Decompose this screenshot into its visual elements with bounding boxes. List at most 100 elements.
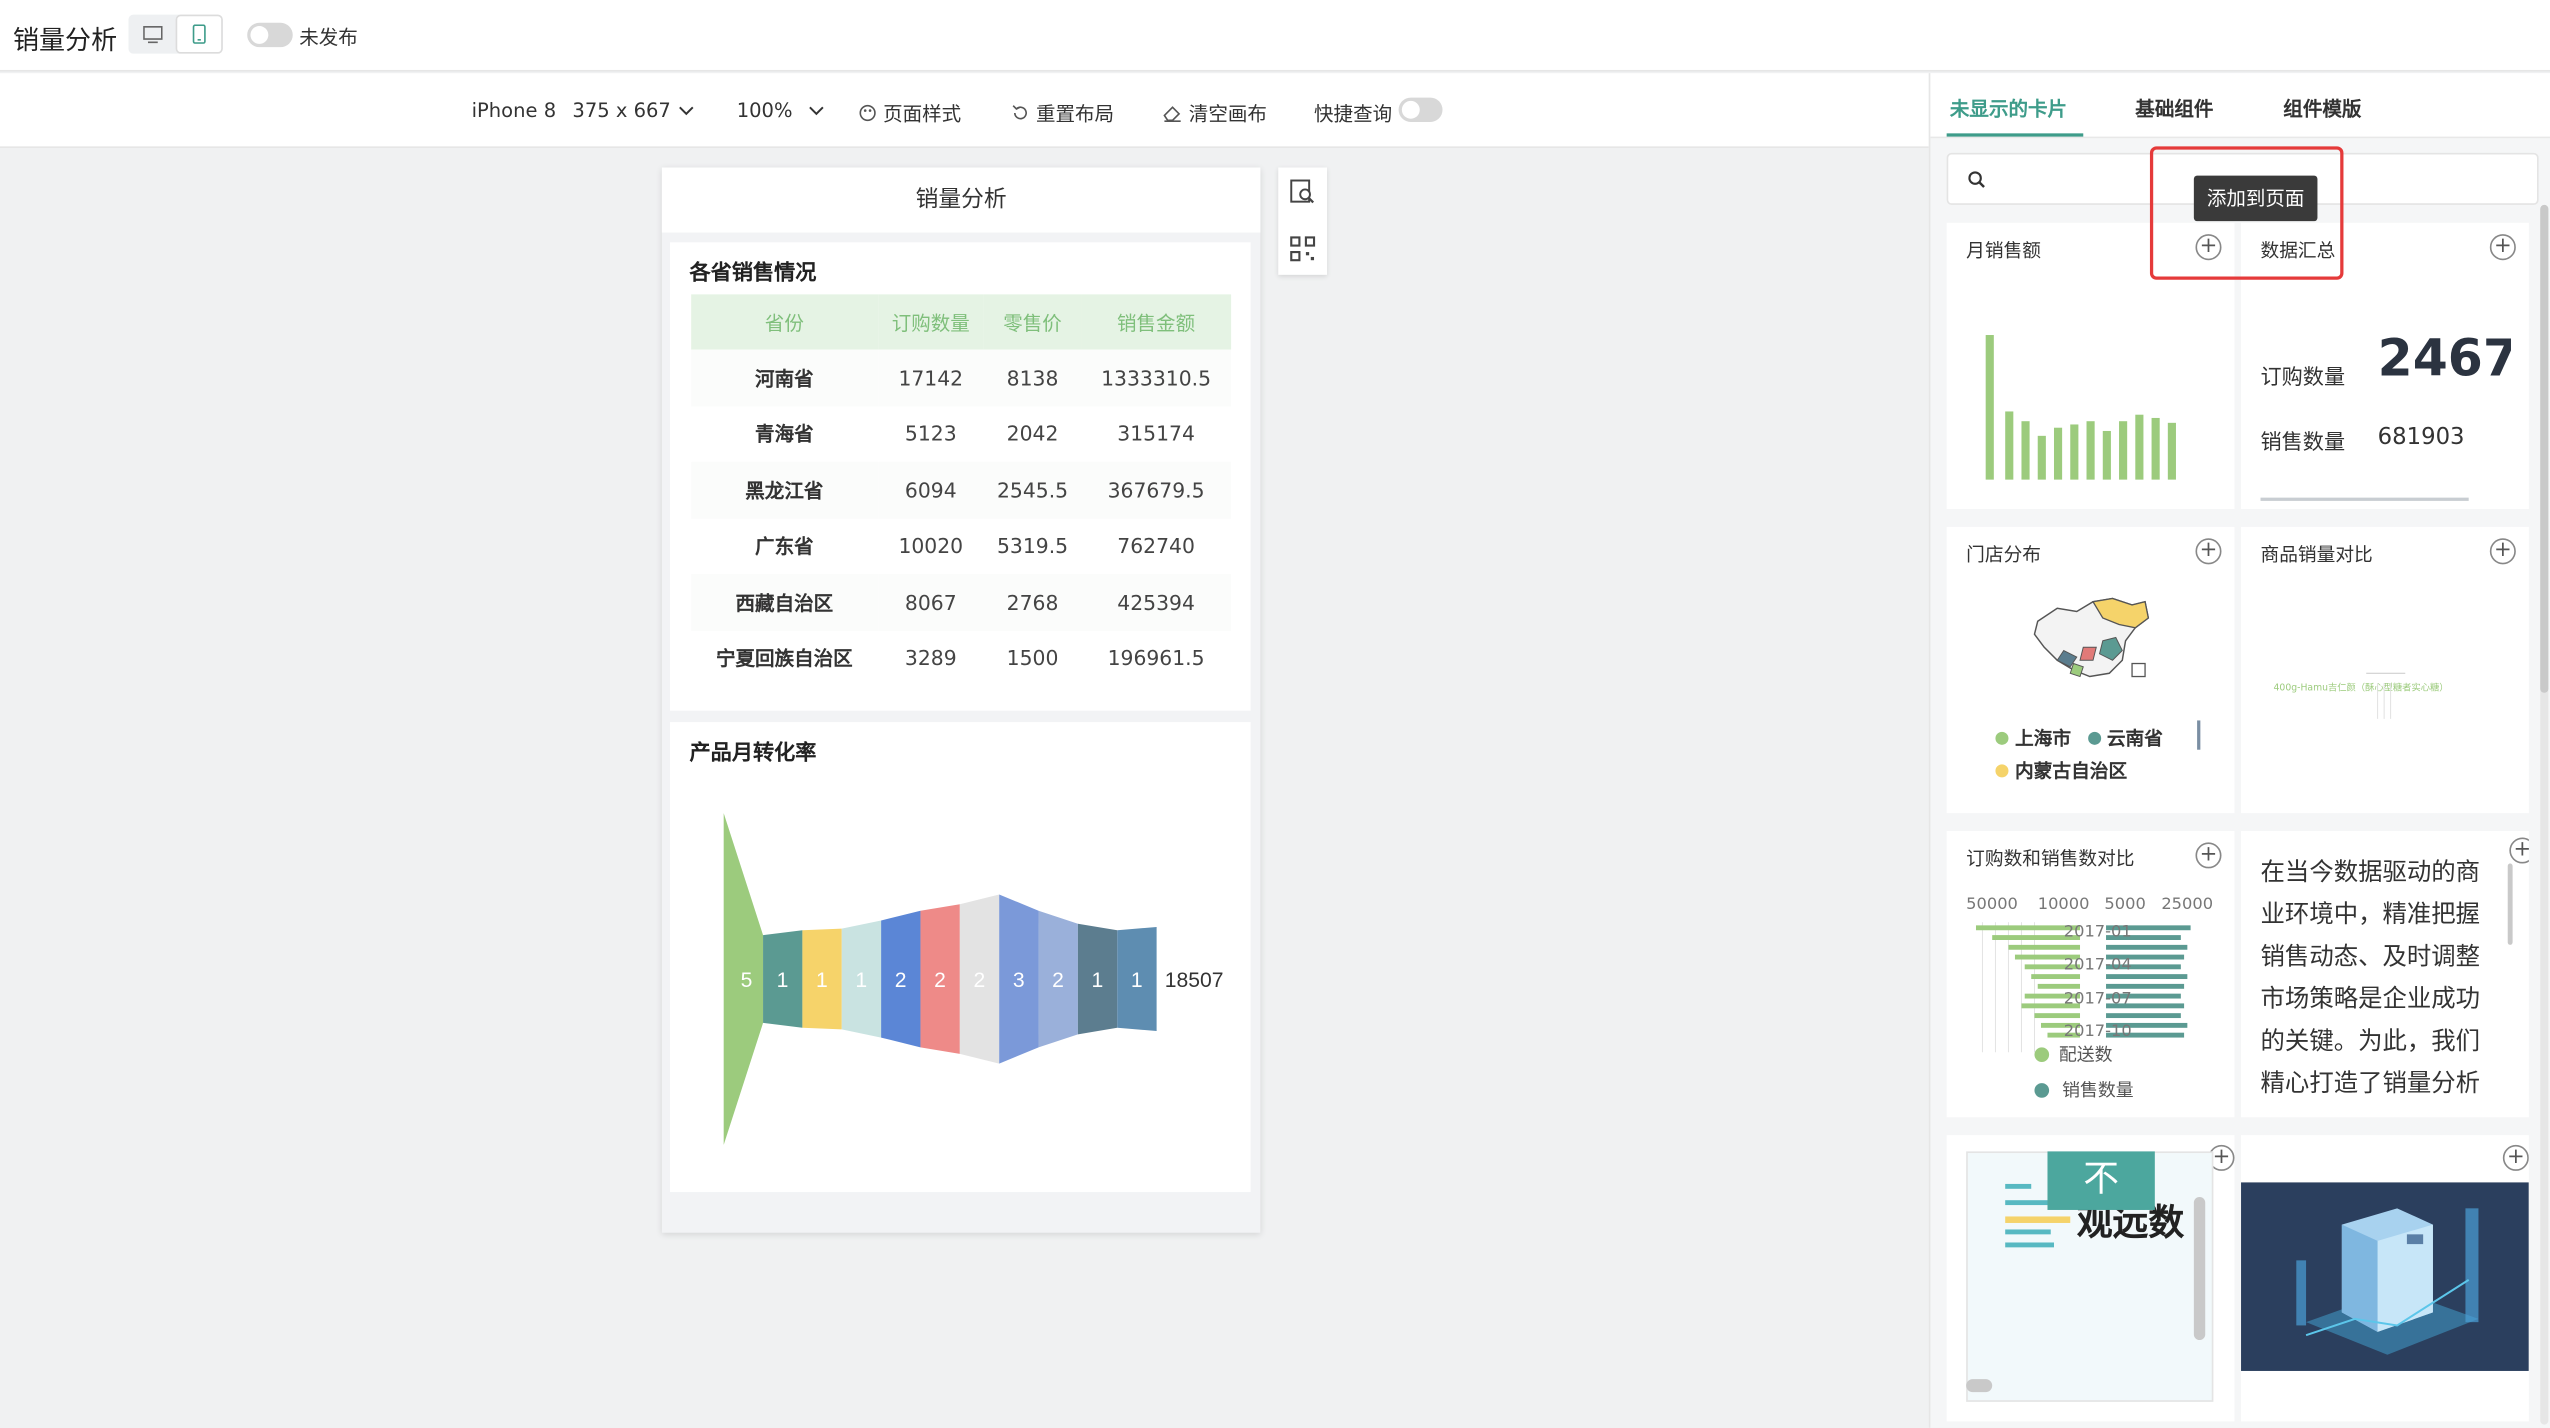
sales-table-card[interactable]: 各省销售情况 省份 订购数量 零售价 销售金额 河南省 17142 8138 1333… xyxy=(670,242,1251,711)
value-cell: 17142 xyxy=(877,349,985,406)
desktop-view-button[interactable] xyxy=(128,15,175,54)
funnel-label: 1 xyxy=(777,969,789,992)
add-card-button[interactable]: + xyxy=(2489,234,2516,261)
province-cell: 青海省 xyxy=(755,423,814,447)
funnel-label: 1 xyxy=(816,969,828,992)
preview-button[interactable] xyxy=(1290,179,1316,212)
zoom-select[interactable]: 100% xyxy=(737,99,825,122)
device-resolution: 375 x 667 xyxy=(572,99,671,122)
top-bar: 销量分析 未发布 xyxy=(0,0,2550,72)
preview-search-icon xyxy=(1290,179,1315,204)
view-mode-toggle xyxy=(128,14,223,54)
publish-toggle[interactable] xyxy=(247,22,293,48)
reset-layout-button[interactable]: 重置布局 xyxy=(1012,99,1114,127)
add-card-button[interactable]: + xyxy=(2502,1144,2529,1171)
tab-hidden-cards[interactable]: 未显示的卡片 xyxy=(1950,94,2067,122)
value-cell: 8067 xyxy=(877,574,985,631)
legend-dot xyxy=(1995,731,2009,745)
add-card-button[interactable]: + xyxy=(2489,538,2516,565)
row-label: 2017-04 xyxy=(2063,956,2132,975)
phone-canvas: 销量分析 各省销售情况 省份 订购数量 零售价 销售金额 河南省 17142 813… xyxy=(661,167,1261,1233)
axis-tick: 5000 xyxy=(2104,896,2146,914)
banner-decor xyxy=(2005,1242,2054,1248)
tab-basic-components[interactable]: 基础组件 xyxy=(2135,94,2213,122)
phone-page-title: 销量分析 xyxy=(661,167,1261,233)
card-title: 月销售额 xyxy=(1966,239,2041,262)
funnel-card[interactable]: 产品月转化率 5 1 1 1 2 2 2 3 2 1 1 18507 xyxy=(670,722,1251,1193)
canvas-side-tools xyxy=(1278,167,1328,275)
legend-label: 上海市 xyxy=(2014,726,2072,750)
funnel-label: 1 xyxy=(1131,969,1143,992)
card-title: 订购数和销售数对比 xyxy=(1966,847,2135,871)
table-row: 青海省 5123 2042 315174 xyxy=(691,406,1231,462)
table-header-row: 省份 订购数量 零售价 销售金额 xyxy=(691,294,1232,350)
device-select[interactable]: iPhone 8 375 x 667 xyxy=(472,99,694,122)
value-cell: 2042 xyxy=(1006,421,1059,447)
quick-query-toggle[interactable] xyxy=(1398,97,1443,122)
clear-canvas-button[interactable]: 清空画布 xyxy=(1163,99,1267,127)
card-text[interactable]: + 在当今数据驱动的商业环境中，精准把握销售动态、及时调整市场策略是企业成功的关… xyxy=(2241,831,2529,1118)
add-card-button[interactable]: + xyxy=(2509,837,2529,864)
value-cell: 6094 xyxy=(877,461,985,518)
highlight-box xyxy=(2149,146,2344,280)
summary-label-sales: 销售数量 xyxy=(2260,430,2346,456)
legend-label: 内蒙古自治区 xyxy=(2014,759,2128,783)
province-cell: 西藏自治区 xyxy=(691,574,878,631)
value-cell: 425394 xyxy=(1081,574,1232,631)
eraser-icon xyxy=(1163,106,1181,122)
zoom-level: 100% xyxy=(736,99,793,122)
banner-badge: 不 xyxy=(2047,1151,2155,1210)
value-cell: 762740 xyxy=(1117,533,1195,559)
province-cell: 河南省 xyxy=(691,349,878,406)
banner-decor xyxy=(2005,1216,2071,1223)
value-cell: 3289 xyxy=(904,646,957,671)
value-cell: 1500 xyxy=(1006,646,1059,671)
province-cell: 广东省 xyxy=(755,535,814,559)
clear-canvas-label: 清空画布 xyxy=(1188,102,1267,126)
legend-dot xyxy=(2034,1046,2050,1062)
page-style-button[interactable]: 页面样式 xyxy=(859,99,961,127)
funnel-label: 2 xyxy=(895,969,907,992)
card-order-vs-sales[interactable]: 订购数和销售数对比 + 50000 10000 5000 25000 2017-… xyxy=(1946,831,2235,1118)
mobile-view-button[interactable] xyxy=(175,14,223,54)
refresh-icon xyxy=(1012,105,1027,120)
funnel-label: 3 xyxy=(1013,969,1025,992)
summary-value-sales: 681903 xyxy=(2377,424,2465,451)
summary-label-orders: 订购数量 xyxy=(2260,365,2346,391)
funnel-label: 5 xyxy=(741,969,753,992)
mini-bar-chart xyxy=(1985,335,2176,480)
legend-dot xyxy=(2087,731,2101,745)
funnel-label: 2 xyxy=(973,969,985,992)
qrcode-button[interactable] xyxy=(1290,236,1316,269)
text-card-body: 在当今数据驱动的商业环境中，精准把握销售动态、及时调整市场策略是企业成功的关键。… xyxy=(2260,857,2481,1098)
add-card-button[interactable]: + xyxy=(2195,538,2222,565)
table-row: 西藏自治区 8067 2768 425394 xyxy=(691,574,1232,631)
funnel-label: 1 xyxy=(1092,969,1104,992)
legend-label: 配送数 xyxy=(2058,1044,2113,1066)
funnel-label: 2 xyxy=(1052,969,1064,992)
add-card-button[interactable]: + xyxy=(2195,842,2222,869)
column-header: 销售金额 xyxy=(1081,294,1232,350)
funnel-card-title: 产品月转化率 xyxy=(689,741,817,766)
banner-decor xyxy=(2005,1183,2032,1189)
value-cell: 8138 xyxy=(984,349,1082,406)
legend-item: 内蒙古自治区 xyxy=(1995,758,2127,784)
value-cell: 5123 xyxy=(904,421,957,447)
card-product-compare[interactable]: 商品销量对比 + 400g-Hamu吉仁颜（酥心型糖者实心糖） xyxy=(2241,526,2529,814)
page-style-label: 页面样式 xyxy=(883,102,962,126)
tab-component-templates[interactable]: 组件模版 xyxy=(2283,94,2361,122)
card-banner[interactable]: + 观远数 不 xyxy=(1946,1135,2235,1422)
card-image[interactable]: + xyxy=(2241,1135,2529,1422)
china-map xyxy=(2033,597,2150,678)
legend-item: 上海市 云南省 xyxy=(1995,725,2163,751)
card-store-distribution[interactable]: 门店分布 + 上海市 云南省 内蒙古自治区 xyxy=(1946,526,2235,814)
table-row: 黑龙江省 6094 2545.5 367679.5 xyxy=(691,461,1232,518)
sales-table-body: 河南省 17142 8138 1333310.5 青海省 5123 2042 315174 黑龙… xyxy=(691,349,1232,687)
legend-dot xyxy=(1995,764,2009,778)
row-label: 2017-07 xyxy=(2063,990,2132,1009)
axis-tick: 50000 xyxy=(1966,896,2018,914)
right-panel: 未显示的卡片 基础组件 组件模版 月销售额 + 数据汇总 + 订购数量 246 … xyxy=(1928,73,2550,1428)
row-label: 2017-01 xyxy=(2063,923,2132,942)
panel-scrollbar[interactable] xyxy=(2540,204,2549,1425)
table-row: 河南省 17142 8138 1333310.5 xyxy=(691,349,1232,406)
